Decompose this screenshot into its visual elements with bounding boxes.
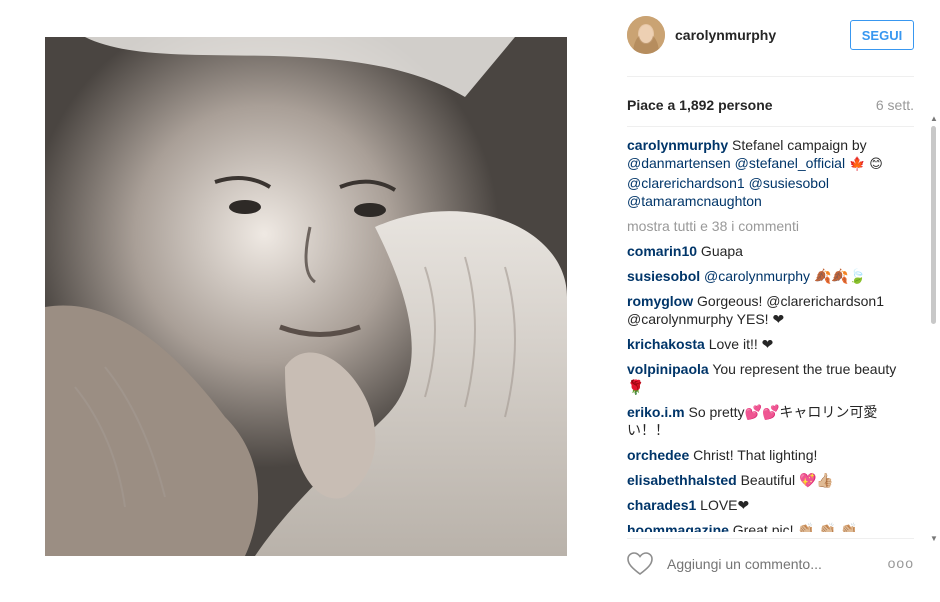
comment-username[interactable]: eriko.i.m xyxy=(627,404,685,420)
avatar[interactable] xyxy=(627,16,665,54)
divider xyxy=(627,76,914,77)
comment-item: eriko.i.m So pretty💕💕キャロリン可愛い！！ xyxy=(627,403,907,439)
comment-item: romyglow Gorgeous! @clarerichardson1 @ca… xyxy=(627,292,907,328)
comment-item: elisabethhalsted Beautiful 💖👍🏼 xyxy=(627,471,907,489)
comments-list[interactable]: carolynmurphy Stefanel campaign by @danm… xyxy=(627,136,914,532)
more-options-icon[interactable]: ooo xyxy=(888,555,914,571)
comment-username[interactable]: comarin10 xyxy=(627,243,697,259)
comment-username[interactable]: hoommagazine xyxy=(627,522,729,532)
follow-button[interactable]: SEGUI xyxy=(850,20,914,50)
post-time[interactable]: 6 sett. xyxy=(876,97,914,113)
comment-text: Guapa xyxy=(697,243,743,259)
caption-text: Stefanel campaign by xyxy=(728,137,867,153)
caption-emoji: 🍁 😊 xyxy=(848,157,883,172)
scroll-down-arrow-icon[interactable]: ▼ xyxy=(930,534,938,543)
comment-username[interactable]: krichakosta xyxy=(627,336,705,352)
comment-username[interactable]: susiesobol xyxy=(627,268,700,284)
comment-item: comarin10 Guapa xyxy=(627,242,907,260)
likes-count[interactable]: Piace a 1,892 persone xyxy=(627,97,773,113)
comment-username[interactable]: elisabethhalsted xyxy=(627,472,737,488)
comment-username[interactable]: volpinipaola xyxy=(627,361,709,377)
caption-username[interactable]: carolynmurphy xyxy=(627,137,728,153)
caption: carolynmurphy Stefanel campaign by @danm… xyxy=(627,136,907,210)
heart-icon[interactable] xyxy=(627,552,653,576)
comment-username[interactable]: charades1 xyxy=(627,497,696,513)
post-photo[interactable] xyxy=(45,37,567,556)
comment-text: LOVE❤ xyxy=(696,497,750,513)
scroll-up-arrow-icon[interactable]: ▲ xyxy=(930,114,938,123)
mention-link[interactable]: @susiesobol xyxy=(749,175,829,191)
scrollbar-thumb[interactable] xyxy=(931,126,936,324)
add-comment-input[interactable] xyxy=(665,555,879,573)
post-footer: ooo xyxy=(627,549,914,581)
portrait-image xyxy=(45,37,567,556)
comment-item: charades1 LOVE❤ xyxy=(627,496,907,514)
mention-link[interactable]: @tamaramcnaughton xyxy=(627,193,762,209)
mention-link[interactable]: @stefanel_official xyxy=(735,155,845,171)
comment-text: 🍂🍂🍃 xyxy=(810,268,867,284)
comment-username[interactable]: orchedee xyxy=(627,447,689,463)
comment-item: orchedee Christ! That lighting! xyxy=(627,446,907,464)
comment-text: Christ! That lighting! xyxy=(689,447,818,463)
username-link[interactable]: carolynmurphy xyxy=(675,27,776,43)
divider xyxy=(627,538,914,539)
mention-link[interactable]: @clarerichardson1 xyxy=(627,175,745,191)
comment-item: volpinipaola You represent the true beau… xyxy=(627,360,907,396)
comment-text: Great pic! 👏🏼 👏🏼 👏🏼 xyxy=(728,522,858,532)
show-all-comments-link[interactable]: mostra tutti e 38 i commenti xyxy=(627,217,914,235)
post-sidebar: carolynmurphy SEGUI Piace a 1,892 person… xyxy=(627,0,914,602)
comment-item: susiesobol @carolynmurphy 🍂🍂🍃 xyxy=(627,267,907,285)
comment-text: Beautiful 💖👍🏼 xyxy=(736,472,834,488)
comments-scrollbar[interactable]: ▲ ▼ xyxy=(930,114,938,543)
post-header: carolynmurphy SEGUI xyxy=(627,16,914,60)
comment-text: Love it!! ❤ xyxy=(704,336,774,352)
comment-item: krichakosta Love it!! ❤ xyxy=(627,335,907,353)
mention-link[interactable]: @carolynmurphy xyxy=(700,268,810,284)
mention-link[interactable]: @danmartensen xyxy=(627,155,731,171)
comment-username[interactable]: romyglow xyxy=(627,293,693,309)
avatar-image xyxy=(627,16,665,54)
comment-item: hoommagazine Great pic! 👏🏼 👏🏼 👏🏼 xyxy=(627,521,907,532)
divider xyxy=(627,126,914,127)
